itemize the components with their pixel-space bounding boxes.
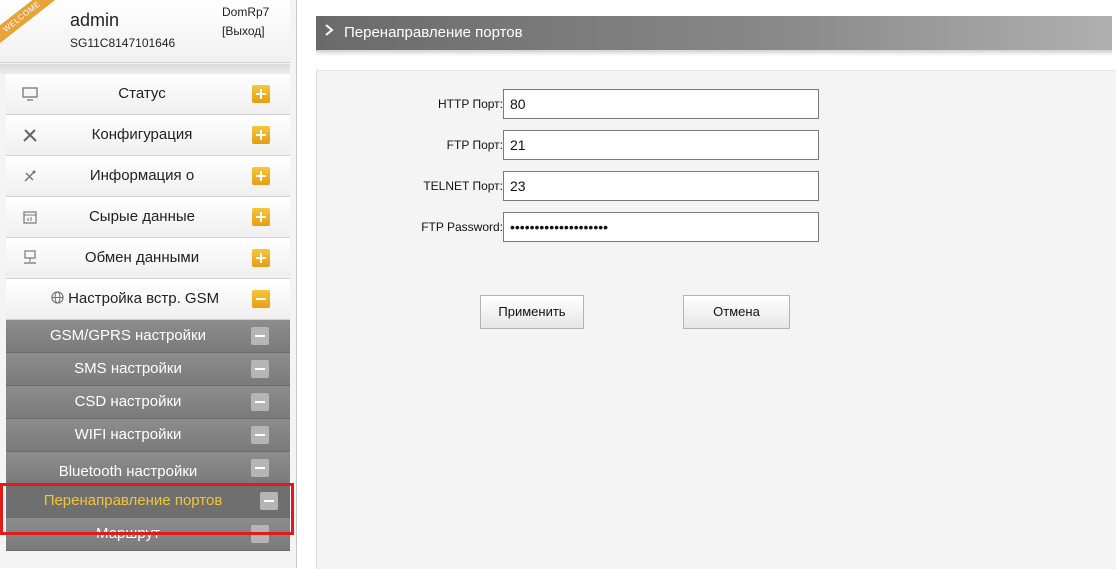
- minus-icon[interactable]: [251, 360, 269, 378]
- minus-icon[interactable]: [251, 327, 269, 345]
- menu-item-data-exchange[interactable]: Обмен данными: [6, 238, 290, 279]
- menu-item-label: Настройка встр. GSM: [30, 279, 240, 319]
- minus-icon[interactable]: [251, 525, 269, 543]
- apply-button[interactable]: Применить: [480, 295, 584, 329]
- sidebar-divider: [0, 64, 290, 74]
- sidebar: WELCOME admin SG11C8147101646 DomRp7 [Вы…: [0, 0, 297, 568]
- menu-item-configuration[interactable]: Конфигурация: [6, 115, 290, 156]
- submenu-item-label: Перенаправление портов: [43, 492, 223, 509]
- expand-plus-icon[interactable]: [252, 126, 270, 144]
- ftp-port-row: FTP Порт:: [317, 130, 1116, 160]
- serial-number: SG11C8147101646: [70, 36, 176, 50]
- page-header: Перенаправление портов: [316, 16, 1112, 50]
- minus-icon[interactable]: [251, 459, 269, 477]
- menu-item-gsm-settings[interactable]: Настройка встр. GSM: [6, 279, 290, 320]
- chevron-right-icon: [324, 23, 334, 42]
- menu-item-status[interactable]: Статус: [6, 74, 290, 115]
- submenu-item-bluetooth[interactable]: Bluetooth настройки: [6, 452, 290, 485]
- device-name: DomRp7: [222, 5, 270, 19]
- page-title: Перенаправление портов: [344, 24, 523, 41]
- minus-icon[interactable]: [251, 426, 269, 444]
- globe-icon: [51, 290, 68, 307]
- telnet-port-input[interactable]: [503, 171, 819, 201]
- menu-item-label: Конфигурация: [91, 126, 193, 143]
- calendar-icon: [22, 209, 38, 225]
- http-port-row: HTTP Порт:: [317, 89, 1116, 119]
- expand-plus-icon[interactable]: [252, 167, 270, 185]
- ftp-password-input[interactable]: [503, 212, 819, 242]
- menu-item-raw-data[interactable]: Сырые данные: [6, 197, 290, 238]
- satellite-icon: [22, 168, 38, 184]
- port-forwarding-form: HTTP Порт: FTP Порт: TELNET Порт: FTP Pa…: [316, 70, 1116, 569]
- ftp-port-input[interactable]: [503, 130, 819, 160]
- main-menu: Статус Конфигурация Информация о Сырые д…: [6, 74, 290, 551]
- submenu-item-port-forwarding[interactable]: Перенаправление портов: [6, 485, 290, 518]
- welcome-ribbon: WELCOME: [0, 0, 57, 46]
- cancel-button[interactable]: Отмена: [683, 295, 790, 329]
- menu-item-text: Настройка встр. GSM: [68, 290, 220, 307]
- telnet-port-label: TELNET Порт:: [423, 179, 503, 193]
- submenu-item-gsm-gprs[interactable]: GSM/GPRS настройки: [6, 320, 290, 353]
- expand-plus-icon[interactable]: [252, 249, 270, 267]
- http-port-label: HTTP Порт:: [438, 97, 503, 111]
- network-icon: [22, 250, 38, 266]
- tools-icon: [22, 127, 38, 143]
- submenu-item-label: CSD настройки: [74, 393, 182, 410]
- header-shadow: [316, 50, 1112, 56]
- username: admin: [70, 10, 120, 30]
- expand-plus-icon[interactable]: [252, 208, 270, 226]
- ftp-password-row: FTP Password:: [317, 212, 1116, 242]
- menu-item-label: Обмен данными: [84, 249, 200, 266]
- submenu-item-route[interactable]: Маршрут: [6, 518, 290, 551]
- submenu-item-label: SMS настройки: [74, 360, 182, 377]
- menu-item-label: Сырые данные: [88, 208, 196, 225]
- submenu-item-label: GSM/GPRS настройки: [49, 327, 206, 344]
- expand-plus-icon[interactable]: [252, 85, 270, 103]
- menu-item-label: Статус: [118, 85, 166, 102]
- menu-item-information[interactable]: Информация о: [6, 156, 290, 197]
- minus-icon[interactable]: [251, 393, 269, 411]
- submenu-item-wifi[interactable]: WIFI настройки: [6, 419, 290, 452]
- logout-link[interactable]: [Выход]: [222, 24, 265, 38]
- monitor-icon: [22, 86, 38, 102]
- ftp-password-label: FTP Password:: [421, 220, 503, 234]
- telnet-port-row: TELNET Порт:: [317, 171, 1116, 201]
- submenu-item-label: WIFI настройки: [74, 426, 182, 443]
- http-port-input[interactable]: [503, 89, 819, 119]
- collapse-minus-icon[interactable]: [252, 290, 270, 308]
- user-info-panel: WELCOME admin SG11C8147101646 DomRp7 [Вы…: [0, 0, 290, 63]
- submenu-item-sms[interactable]: SMS настройки: [6, 353, 290, 386]
- submenu-item-label: Маршрут: [96, 525, 160, 542]
- minus-icon[interactable]: [260, 492, 278, 510]
- menu-item-label: Информация о: [89, 167, 195, 184]
- submenu-item-csd[interactable]: CSD настройки: [6, 386, 290, 419]
- ftp-port-label: FTP Порт:: [446, 138, 503, 152]
